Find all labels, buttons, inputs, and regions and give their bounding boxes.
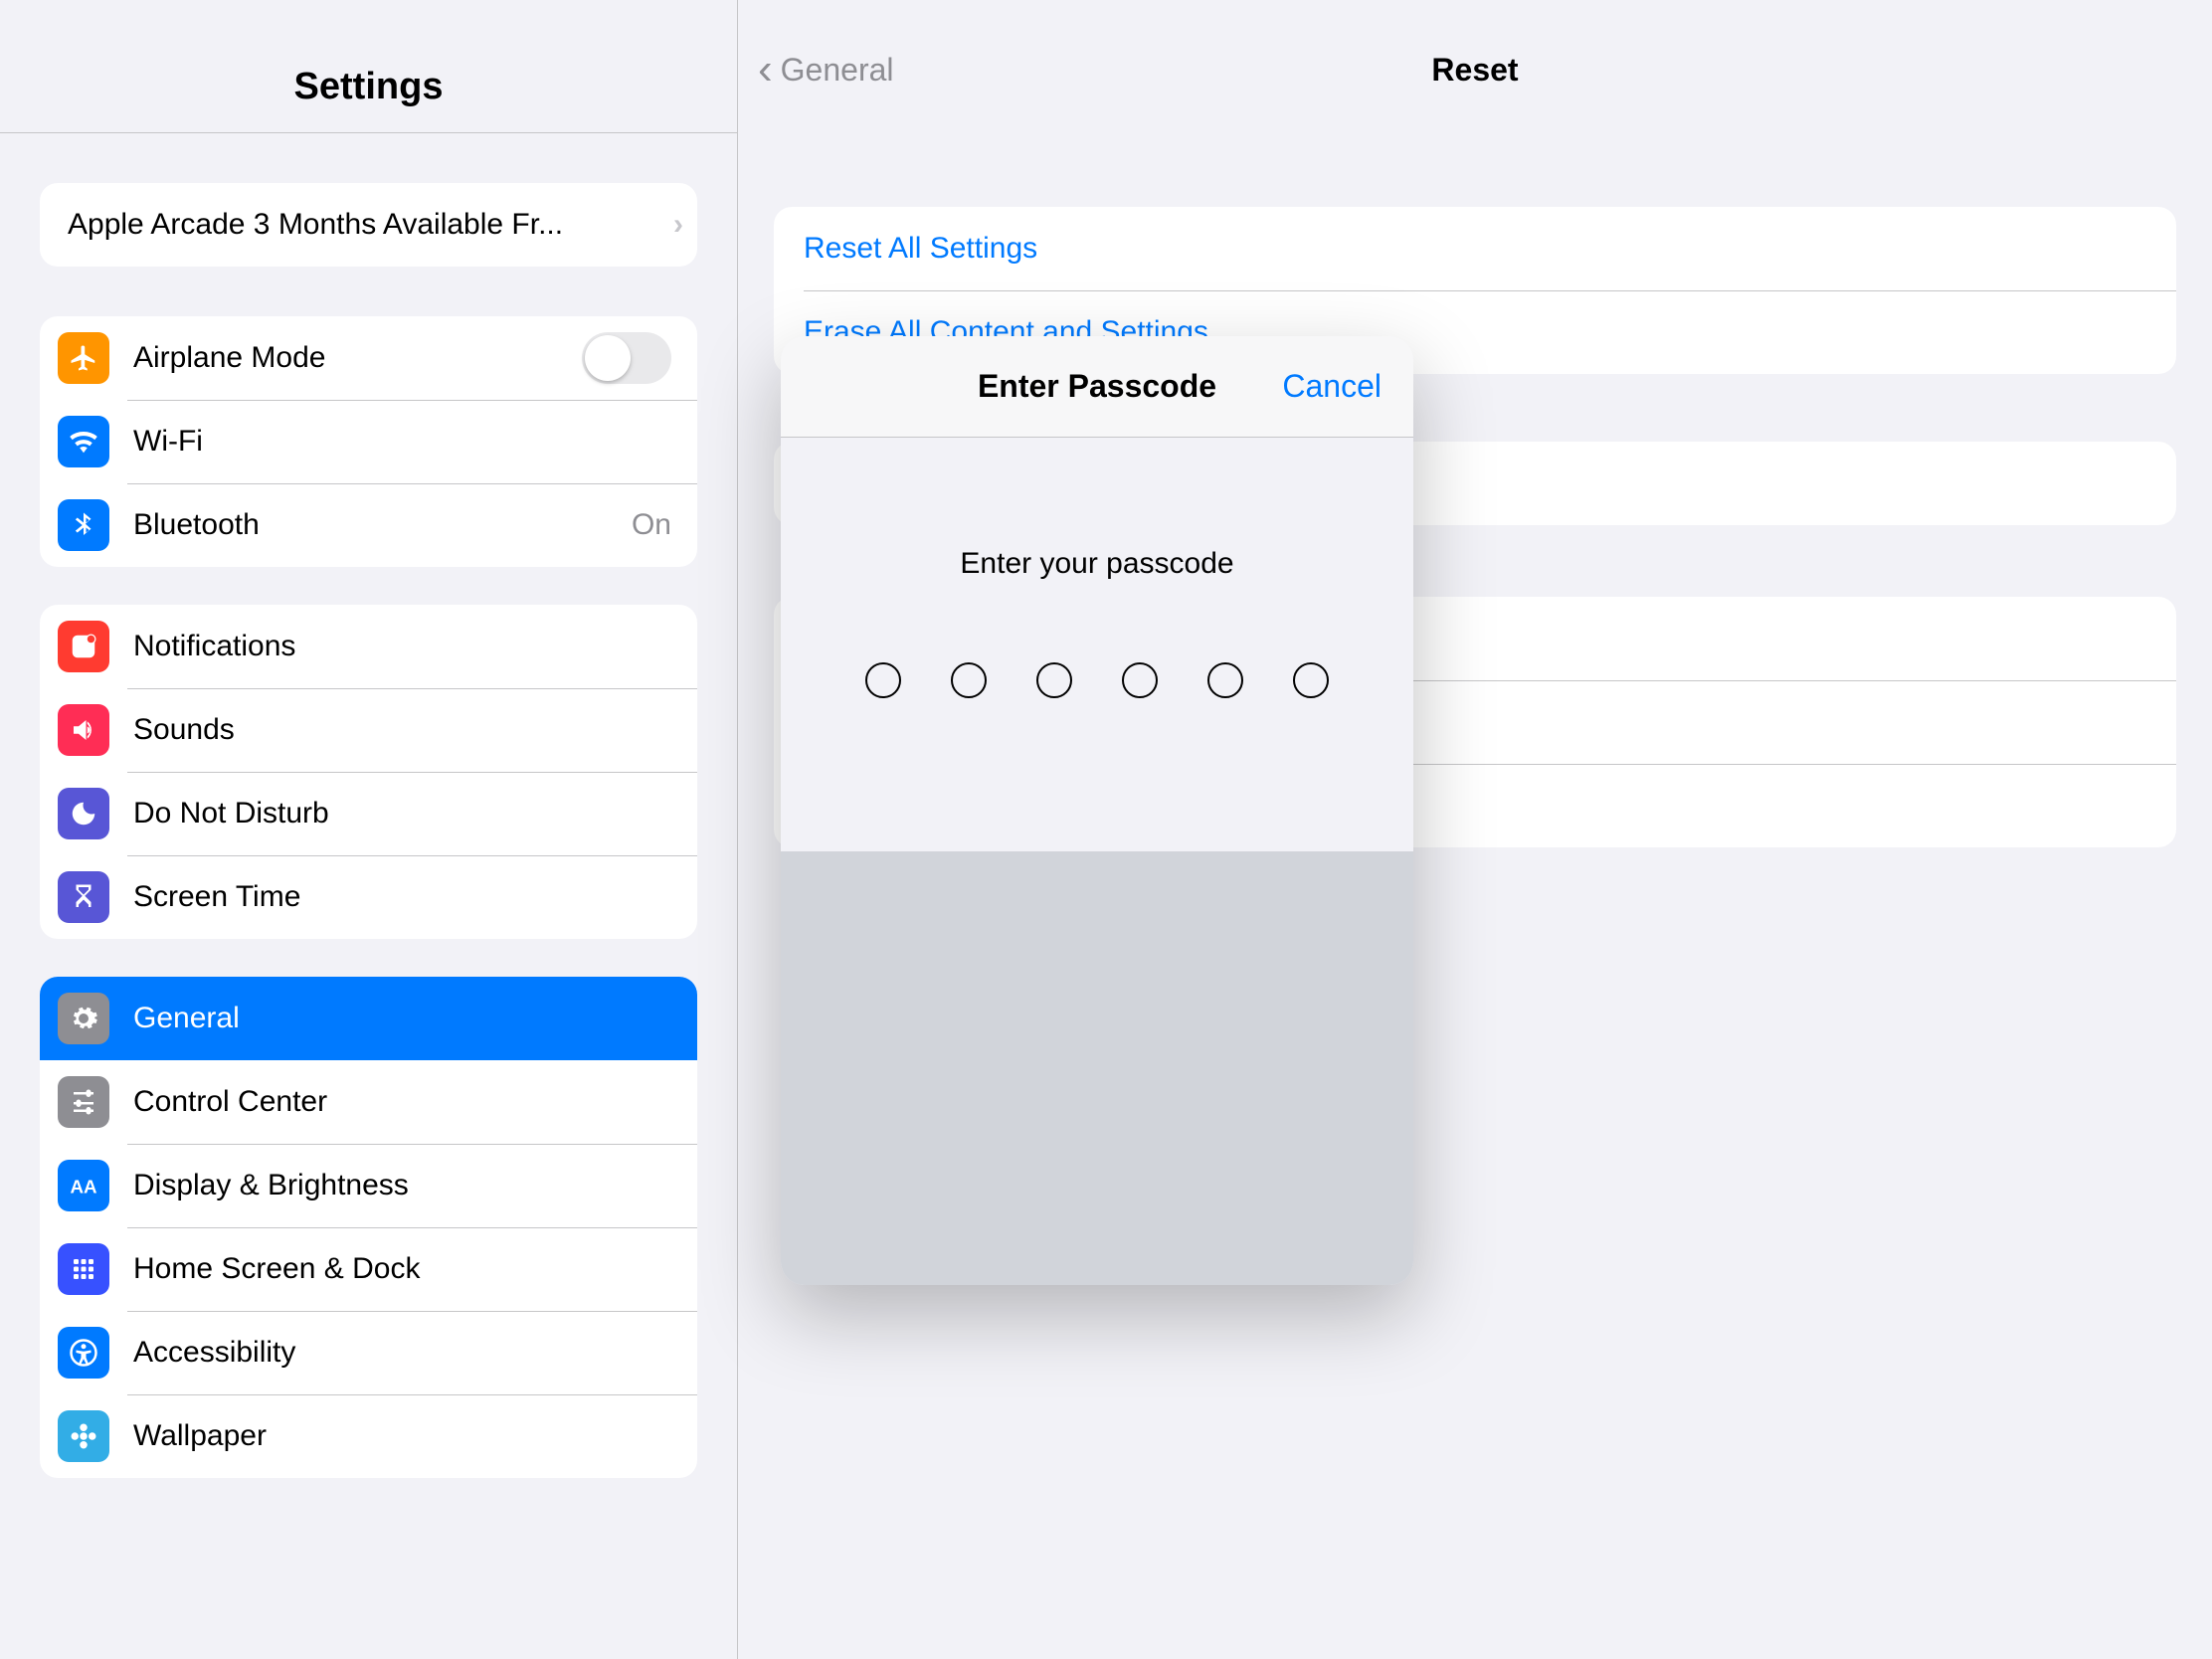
- back-button[interactable]: ‹ General: [758, 48, 894, 92]
- sidebar-title: Settings: [0, 66, 737, 133]
- label: Accessibility: [133, 1336, 671, 1370]
- passcode-dots: [781, 662, 1413, 698]
- back-label: General: [781, 52, 894, 89]
- sidebar-item-wifi[interactable]: Wi-Fi: [40, 400, 697, 483]
- chevron-right-icon: ›: [673, 208, 683, 242]
- label: Wi-Fi: [133, 425, 671, 459]
- label: General: [133, 1002, 671, 1035]
- label: Do Not Disturb: [133, 797, 671, 830]
- label: Control Center: [133, 1085, 671, 1119]
- modal-header: Enter Passcode Cancel: [781, 336, 1413, 438]
- sidebar-item-controlcenter[interactable]: Control Center: [40, 1060, 697, 1144]
- label: Notifications: [133, 630, 671, 663]
- modal-title: Enter Passcode: [978, 368, 1216, 405]
- label: Wallpaper: [133, 1419, 671, 1453]
- chevron-left-icon: ‹: [758, 48, 773, 92]
- sidebar-group-connectivity: Airplane Mode Wi-Fi Bluetooth On: [40, 316, 697, 567]
- sidebar-item-dnd[interactable]: Do Not Disturb: [40, 772, 697, 855]
- display-icon: AA: [58, 1160, 109, 1211]
- passcode-keypad[interactable]: [781, 851, 1413, 1285]
- sidebar-item-bluetooth[interactable]: Bluetooth On: [40, 483, 697, 567]
- sidebar-item-screentime[interactable]: Screen Time: [40, 855, 697, 939]
- sidebar-item-notifications[interactable]: Notifications: [40, 605, 697, 688]
- passcode-modal: Enter Passcode Cancel Enter your passcod…: [781, 336, 1413, 1285]
- label: Screen Time: [133, 880, 671, 914]
- promo-label: Apple Arcade 3 Months Available Fr...: [68, 208, 663, 242]
- value: On: [632, 508, 671, 542]
- label: Sounds: [133, 713, 671, 747]
- cancel-button[interactable]: Cancel: [1282, 368, 1382, 405]
- nav-bar: ‹ General Reset: [738, 0, 2212, 139]
- label: Home Screen & Dock: [133, 1252, 671, 1286]
- sidebar-item-sounds[interactable]: Sounds: [40, 688, 697, 772]
- passcode-dot: [1207, 662, 1243, 698]
- airplane-toggle[interactable]: [582, 332, 671, 384]
- sidebar-item-wallpaper[interactable]: Wallpaper: [40, 1394, 697, 1478]
- passcode-dot: [865, 662, 901, 698]
- wifi-icon: [58, 416, 109, 467]
- sidebar-item-display[interactable]: AA Display & Brightness: [40, 1144, 697, 1227]
- accessibility-icon: [58, 1327, 109, 1379]
- sidebar-item-homescreen[interactable]: Home Screen & Dock: [40, 1227, 697, 1311]
- passcode-prompt: Enter your passcode: [781, 547, 1413, 581]
- label: Bluetooth: [133, 508, 632, 542]
- bluetooth-icon: [58, 499, 109, 551]
- gear-icon: [58, 993, 109, 1044]
- passcode-dot: [1036, 662, 1072, 698]
- label: Display & Brightness: [133, 1169, 671, 1202]
- airplane-icon: [58, 332, 109, 384]
- sliders-icon: [58, 1076, 109, 1128]
- sounds-icon: [58, 704, 109, 756]
- svg-text:AA: AA: [70, 1177, 97, 1198]
- sidebar-item-general[interactable]: General: [40, 977, 697, 1060]
- page-title: Reset: [1431, 52, 1518, 89]
- sidebar-group-alerts: Notifications Sounds Do Not Disturb Scre…: [40, 605, 697, 939]
- moon-icon: [58, 788, 109, 839]
- sidebar-item-airplane[interactable]: Airplane Mode: [40, 316, 697, 400]
- passcode-dot: [1293, 662, 1329, 698]
- reset-all-settings[interactable]: Reset All Settings: [774, 207, 2176, 290]
- promo-banner[interactable]: Apple Arcade 3 Months Available Fr... ›: [40, 183, 697, 267]
- hourglass-icon: [58, 871, 109, 923]
- flower-icon: [58, 1410, 109, 1462]
- passcode-dot: [1122, 662, 1158, 698]
- sidebar-group-system: General Control Center AA Display & Brig…: [40, 977, 697, 1478]
- label: Airplane Mode: [133, 341, 582, 375]
- sidebar-item-accessibility[interactable]: Accessibility: [40, 1311, 697, 1394]
- passcode-dot: [951, 662, 987, 698]
- sidebar: Settings Apple Arcade 3 Months Available…: [0, 0, 738, 1659]
- grid-icon: [58, 1243, 109, 1295]
- notifications-icon: [58, 621, 109, 672]
